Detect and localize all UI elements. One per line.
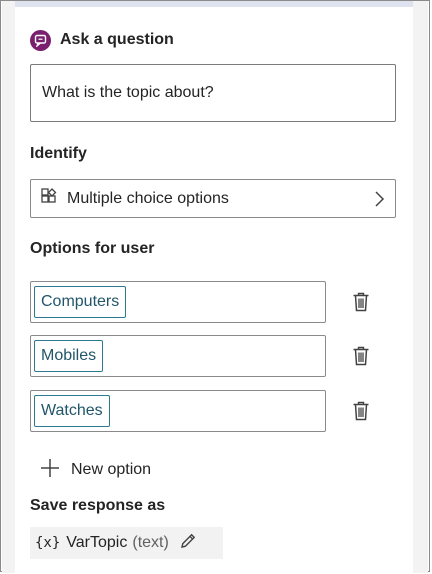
delete-icon[interactable] bbox=[352, 401, 370, 426]
option-row: Mobiles bbox=[30, 335, 396, 377]
chat-question-icon bbox=[30, 29, 51, 51]
identify-label: Identify bbox=[30, 145, 87, 162]
question-text-field[interactable]: What is the topic about? bbox=[30, 64, 396, 122]
chevron-right-icon bbox=[373, 190, 385, 213]
delete-icon[interactable] bbox=[352, 292, 370, 317]
option-chip[interactable]: Watches bbox=[34, 395, 110, 427]
node-header: Ask a question bbox=[30, 28, 174, 52]
identify-dropdown[interactable]: Multiple choice options bbox=[30, 179, 396, 218]
delete-icon[interactable] bbox=[352, 346, 370, 371]
variable-badge: {x} bbox=[35, 535, 61, 551]
option-field[interactable]: Computers bbox=[30, 281, 326, 323]
new-option-button[interactable]: New option bbox=[40, 458, 151, 482]
new-option-label: New option bbox=[71, 461, 152, 478]
option-row: Watches bbox=[30, 390, 396, 432]
variable-name: VarTopic bbox=[66, 534, 128, 551]
node-title: Ask a question bbox=[60, 31, 174, 48]
question-text: What is the topic about? bbox=[42, 84, 214, 101]
variable-chip[interactable]: {x} VarTopic (text) bbox=[30, 527, 223, 559]
option-chip[interactable]: Computers bbox=[34, 286, 127, 318]
multiple-choice-icon bbox=[40, 187, 58, 210]
plus-icon bbox=[40, 458, 60, 483]
option-field[interactable]: Mobiles bbox=[30, 335, 326, 377]
option-chip[interactable]: Mobiles bbox=[34, 340, 104, 372]
pencil-icon[interactable] bbox=[179, 532, 197, 555]
save-response-label: Save response as bbox=[30, 497, 166, 514]
identify-value: Multiple choice options bbox=[67, 189, 229, 207]
variable-type: (text) bbox=[132, 534, 169, 551]
option-field[interactable]: Watches bbox=[30, 390, 326, 432]
canvas-right-edge bbox=[411, 1, 428, 573]
option-row: Computers bbox=[30, 281, 396, 323]
canvas-left-edge bbox=[2, 1, 15, 573]
options-label: Options for user bbox=[30, 240, 155, 257]
